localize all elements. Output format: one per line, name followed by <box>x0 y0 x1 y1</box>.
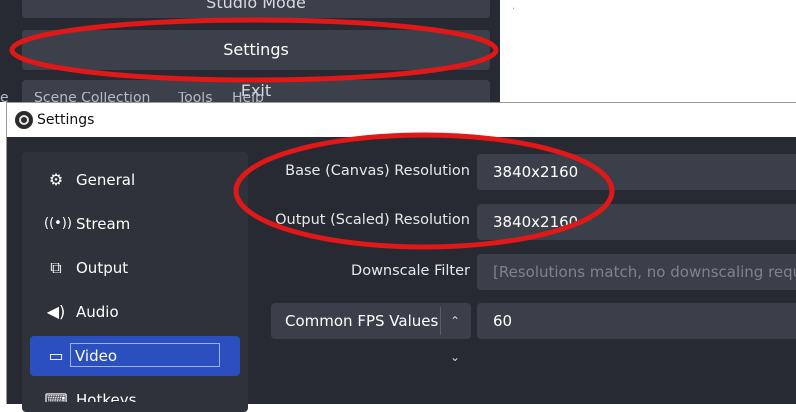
settings-button[interactable]: Settings <box>22 30 490 70</box>
sidebar-item-hotkeys[interactable]: ⌨ Hotkeys <box>30 380 240 402</box>
fps-type-label: Common FPS Values <box>285 312 439 330</box>
keyboard-icon: ⌨ <box>44 390 68 402</box>
speaker-icon: ◀) <box>46 302 66 321</box>
sidebar-item-audio[interactable]: ◀) Audio <box>30 292 240 332</box>
sidebar-item-label: Stream <box>76 215 131 233</box>
sidebar-item-stream[interactable]: ((•)) Stream <box>30 204 240 244</box>
studio-mode-button[interactable]: Studio Mode <box>22 0 490 18</box>
sidebar-item-output[interactable]: ⧉ Output <box>30 248 240 288</box>
window-title: Settings <box>37 112 95 128</box>
output-icon: ⧉ <box>50 258 62 277</box>
base-resolution-label: Base (Canvas) Resolution <box>285 163 470 179</box>
spin-arrows-icon: ⌃ ⌄ <box>449 314 461 364</box>
sidebar-item-general[interactable]: ⚙ General <box>30 160 240 200</box>
base-resolution-input[interactable]: 3840x2160 <box>477 154 796 190</box>
stray-mark: · <box>512 4 516 15</box>
sidebar-item-video[interactable]: ▭ Video <box>30 336 240 376</box>
select-divider <box>440 307 441 335</box>
sidebar-item-label: Video <box>70 343 220 367</box>
sidebar-item-label: Hotkeys <box>76 391 137 402</box>
gear-icon: ⚙ <box>48 170 64 189</box>
sidebar-item-label: Audio <box>76 303 119 321</box>
sidebar-item-label: Output <box>76 259 129 277</box>
sidebar-item-label: General <box>76 171 136 189</box>
dock-menu: Studio Mode Settings Exit <box>0 0 500 108</box>
fps-value-select[interactable]: 60 <box>477 303 796 339</box>
settings-sidebar: ⚙ General ((•)) Stream ⧉ Output ◀) Audio… <box>22 152 248 412</box>
output-resolution-label: Output (Scaled) Resolution <box>275 212 470 228</box>
monitor-icon: ▭ <box>48 346 64 365</box>
antenna-icon: ((•)) <box>44 216 72 231</box>
output-resolution-input[interactable]: 3840x2160 <box>477 204 796 240</box>
obs-logo-icon <box>15 111 33 129</box>
title-bar: Settings <box>7 103 796 137</box>
downscale-filter-label: Downscale Filter <box>351 263 470 279</box>
fps-type-select[interactable]: Common FPS Values ⌃ ⌄ <box>271 303 471 364</box>
downscale-filter-select[interactable]: [Resolutions match, no downscaling requi… <box>477 254 796 290</box>
